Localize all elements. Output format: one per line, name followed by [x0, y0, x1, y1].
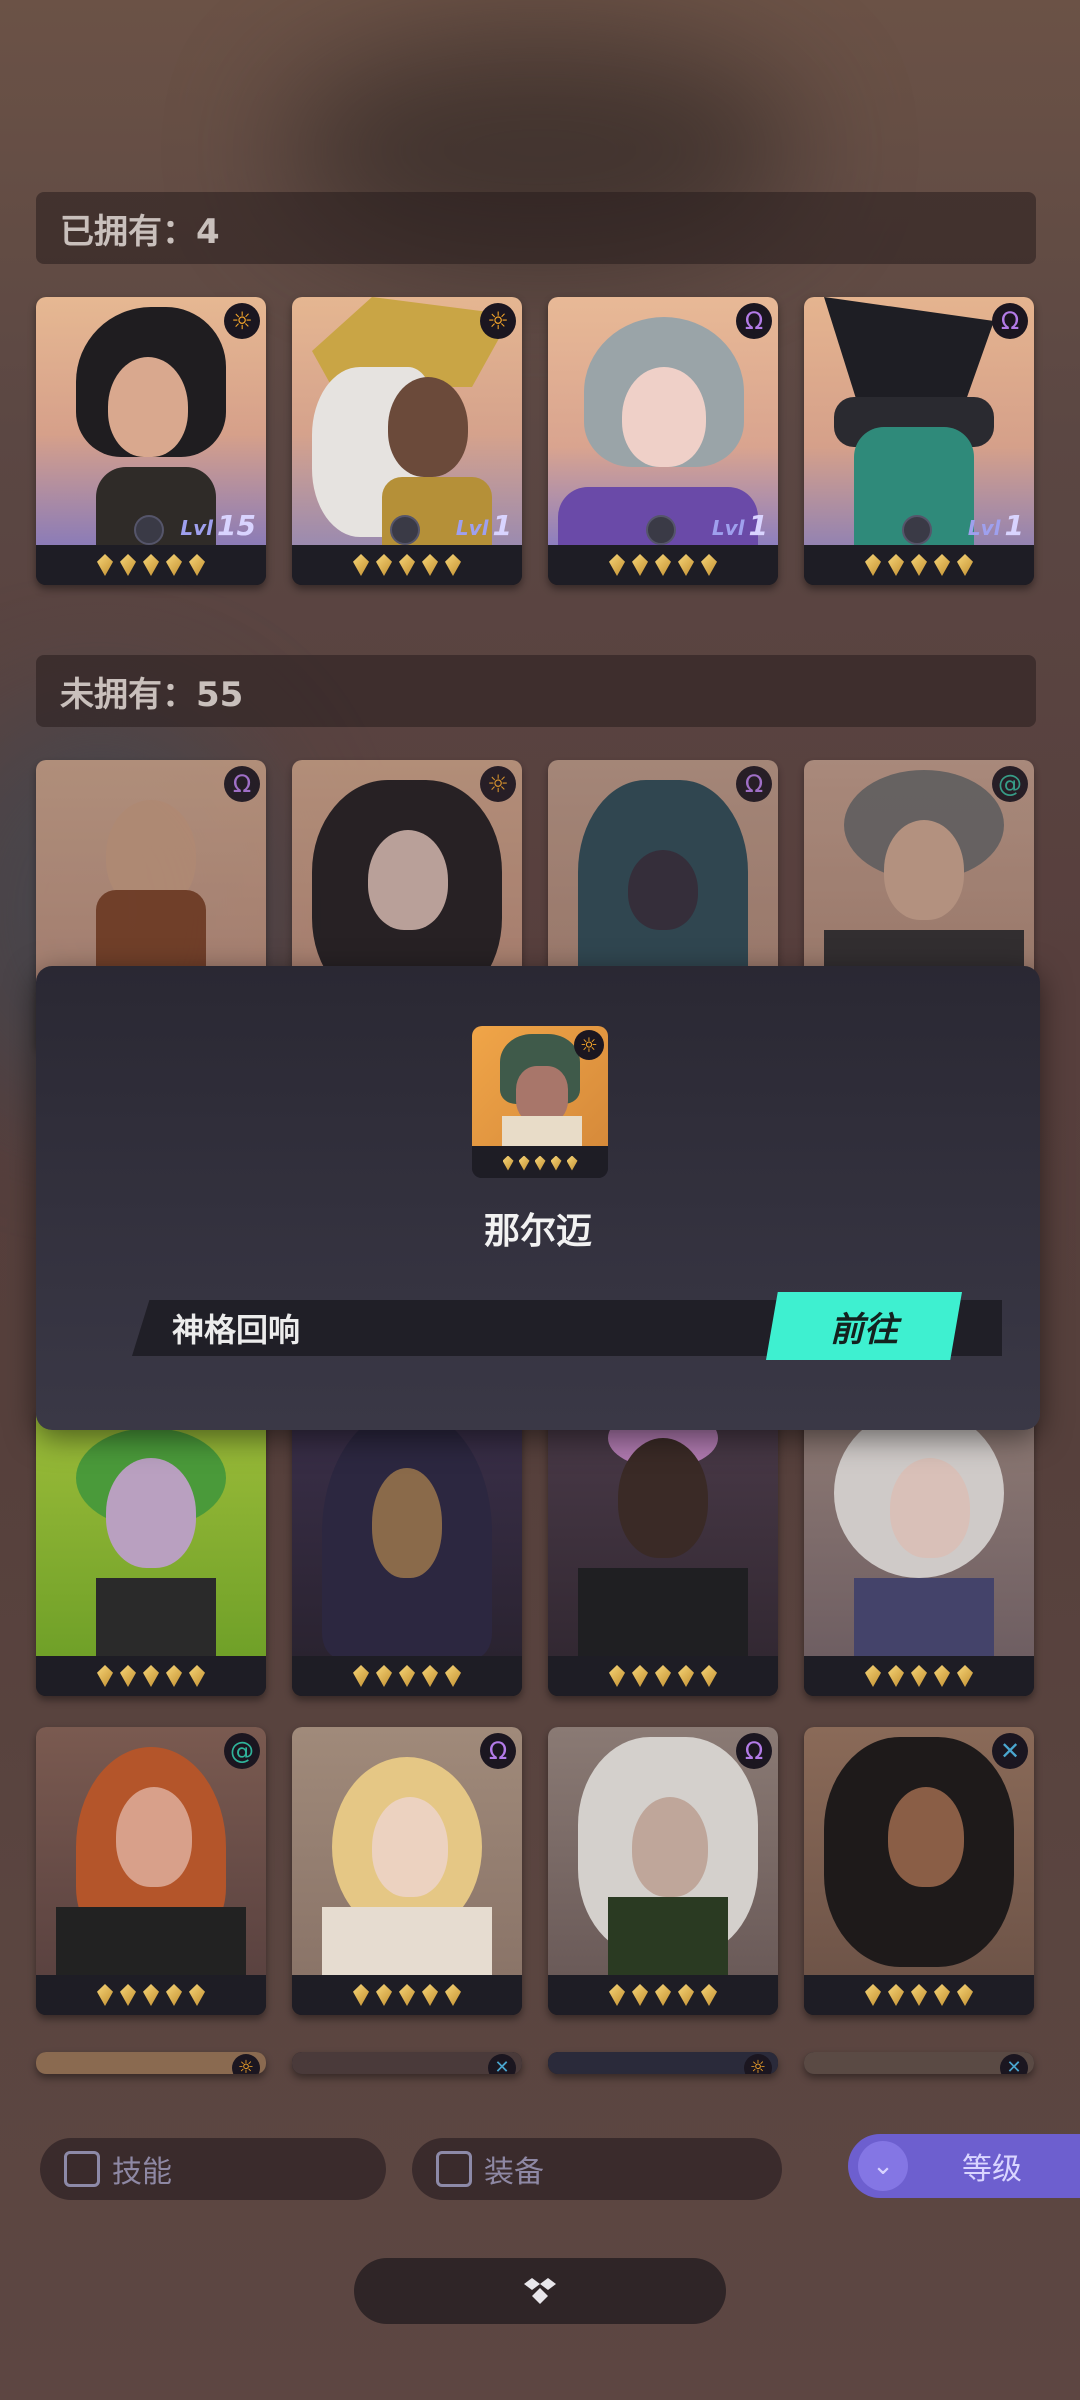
- star-rating: [292, 545, 522, 585]
- hero-level: Lvl 1: [455, 509, 512, 542]
- hero-source-dialog: ☼ 那尔迈 神格回响 前往: [36, 966, 1040, 1430]
- star-rating: [472, 1148, 608, 1178]
- owned-count-label: 已拥有：4: [60, 211, 220, 252]
- chevron-down-double-icon: ⌄: [858, 2141, 908, 2191]
- star-rating: [36, 1656, 266, 1696]
- omega-icon: Ω: [992, 303, 1028, 339]
- source-label: 神格回响: [172, 1311, 301, 1349]
- omega-icon: Ω: [736, 766, 772, 802]
- hero-portrait-thumbnail: ☼: [472, 1026, 608, 1178]
- sun-icon: ☼: [224, 303, 260, 339]
- hero-card-unowned[interactable]: [804, 1408, 1034, 1696]
- hero-card-unowned[interactable]: [36, 1408, 266, 1696]
- star-rating: [548, 1656, 778, 1696]
- skill-checkbox[interactable]: [64, 2151, 100, 2187]
- omega-icon: Ω: [736, 1733, 772, 1769]
- skill-icon: [134, 515, 164, 545]
- hero-card-unowned[interactable]: Ω: [292, 1727, 522, 2015]
- collapse-button[interactable]: [354, 2258, 726, 2324]
- star-rating: [36, 545, 266, 585]
- skill-icon: [646, 515, 676, 545]
- omega-icon: Ω: [736, 303, 772, 339]
- hero-card-unowned[interactable]: ☼: [36, 2052, 266, 2074]
- omega-icon: Ω: [480, 1733, 516, 1769]
- skill-filter-label: 技能: [112, 2155, 172, 2190]
- hero-card-unowned[interactable]: [292, 1408, 522, 1696]
- cross-icon: ✕: [1000, 2054, 1028, 2074]
- hero-portrait: [804, 1408, 1034, 1658]
- go-button[interactable]: 前往: [766, 1292, 962, 1360]
- hero-portrait: [548, 1408, 778, 1658]
- star-rating: [804, 1975, 1034, 2015]
- sun-icon: ☼: [574, 1030, 604, 1060]
- unowned-count-label: 未拥有：55: [60, 674, 244, 715]
- hero-portrait: [36, 1408, 266, 1658]
- hero-name: 那尔迈: [483, 1211, 592, 1252]
- hero-card-unowned[interactable]: ☼: [548, 2052, 778, 2074]
- hero-card-unowned[interactable]: Ω: [548, 1727, 778, 2015]
- hero-card-unowned[interactable]: ✕: [804, 2052, 1034, 2074]
- hero-card-owned[interactable]: Ω Lvl 1: [548, 297, 778, 585]
- hero-card-owned[interactable]: ☼ Lvl 1: [292, 297, 522, 585]
- skill-filter[interactable]: 技能: [40, 2138, 386, 2200]
- star-rating: [804, 545, 1034, 585]
- hero-card-unowned[interactable]: [548, 1408, 778, 1696]
- hero-portrait: [292, 1408, 522, 1658]
- hero-level: Lvl 1: [967, 509, 1024, 542]
- hero-card-owned[interactable]: ☼ Lvl 15: [36, 297, 266, 585]
- hero-level: Lvl 15: [180, 509, 256, 542]
- sun-icon: ☼: [480, 766, 516, 802]
- sun-icon: ☼: [480, 303, 516, 339]
- sort-by-level-button[interactable]: ⌄ 等级: [848, 2134, 1080, 2198]
- equip-filter-label: 装备: [484, 2155, 544, 2190]
- hero-level: Lvl 1: [711, 509, 768, 542]
- star-rating: [804, 1656, 1034, 1696]
- sun-icon: ☼: [232, 2054, 260, 2074]
- hero-card-owned[interactable]: Ω Lvl 1: [804, 297, 1034, 585]
- equip-checkbox[interactable]: [436, 2151, 472, 2187]
- spiral-icon: @: [224, 1733, 260, 1769]
- equip-filter[interactable]: 装备: [412, 2138, 782, 2200]
- sort-label: 等级: [962, 2152, 1022, 2187]
- star-rating: [292, 1656, 522, 1696]
- hero-card-unowned[interactable]: ✕: [292, 2052, 522, 2074]
- star-rating: [548, 545, 778, 585]
- spiral-icon: @: [992, 766, 1028, 802]
- diamond-cluster-icon: [524, 2278, 556, 2304]
- hero-card-unowned[interactable]: ✕: [804, 1727, 1034, 2015]
- star-rating: [292, 1975, 522, 2015]
- star-rating: [36, 1975, 266, 2015]
- cross-icon: ✕: [992, 1733, 1028, 1769]
- hero-card-unowned[interactable]: @: [36, 1727, 266, 2015]
- unowned-count-header: 未拥有：55: [36, 655, 1036, 727]
- skill-icon: [902, 515, 932, 545]
- star-rating: [548, 1975, 778, 2015]
- omega-icon: Ω: [224, 766, 260, 802]
- sun-icon: ☼: [744, 2054, 772, 2074]
- owned-count-header: 已拥有：4: [36, 192, 1036, 264]
- cross-icon: ✕: [488, 2054, 516, 2074]
- skill-icon: [390, 515, 420, 545]
